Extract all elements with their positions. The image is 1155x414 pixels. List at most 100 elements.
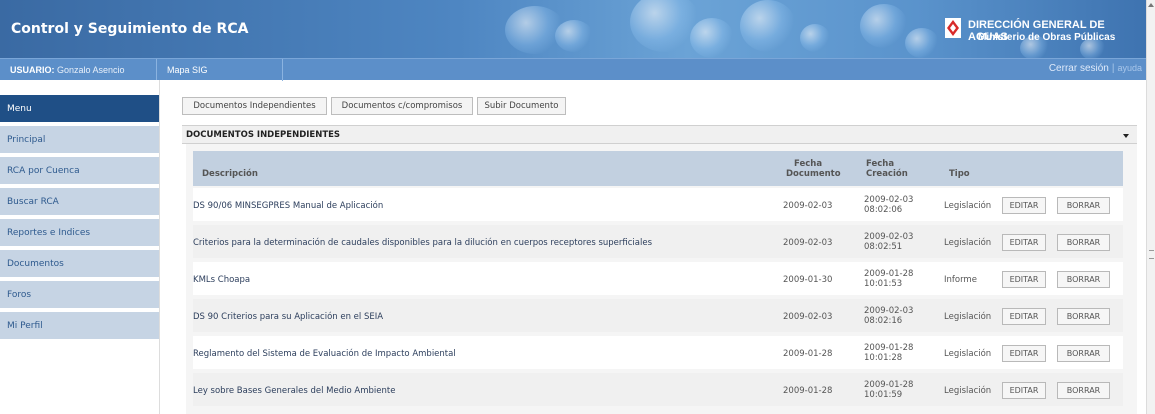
top-nav-bar: USUARIO: Gonzalo Asencio Mapa SIG Cerrar… bbox=[0, 58, 1146, 81]
mapa-sig-link[interactable]: Mapa SIG bbox=[157, 59, 283, 81]
header-tipo: Tipo bbox=[949, 169, 970, 179]
header-water-bubble-decoration bbox=[555, 20, 593, 52]
row-fecha-creacion: 2009-02-03 08:02:51 bbox=[864, 232, 913, 252]
row-tipo: Informe bbox=[944, 275, 977, 285]
table-row: KMLs Choapa 2009-01-30 2009-01-28 10:01:5… bbox=[193, 262, 1123, 297]
edit-button[interactable]: EDITAR bbox=[1002, 308, 1046, 325]
scroll-grip-icon[interactable] bbox=[1149, 250, 1154, 259]
row-fecha-creacion-time: 08:02:51 bbox=[864, 242, 903, 252]
delete-button[interactable]: BORRAR bbox=[1057, 234, 1110, 251]
row-fecha-creacion-time: 10:01:28 bbox=[864, 353, 903, 363]
sidebar-item-foros[interactable]: Foros bbox=[0, 281, 159, 309]
row-description[interactable]: Reglamento del Sistema de Evaluación de … bbox=[193, 349, 456, 359]
header-fecha-creacion-line2: Creación bbox=[866, 169, 908, 179]
row-fecha-documento: 2009-02-03 bbox=[783, 201, 833, 211]
dropdown-arrow-icon[interactable] bbox=[1123, 134, 1129, 138]
logout-link[interactable]: Cerrar sesión bbox=[1049, 63, 1109, 74]
header-water-bubble-decoration bbox=[690, 18, 734, 58]
row-description[interactable]: DS 90/06 MINSEGPRES Manual de Aplicación bbox=[193, 201, 383, 211]
sidebar-item-menu[interactable]: Menu bbox=[0, 95, 159, 123]
app-title: Control y Seguimiento de RCA bbox=[11, 21, 249, 37]
edit-button[interactable]: EDITAR bbox=[1002, 382, 1046, 399]
row-tipo: Legislación bbox=[944, 238, 992, 248]
tab-documentos-compromisos[interactable]: Documentos c/compromisos bbox=[331, 97, 473, 115]
row-fecha-creacion: 2009-01-28 10:01:28 bbox=[864, 343, 913, 363]
sidebar-item-principal[interactable]: Principal bbox=[0, 126, 159, 154]
row-fecha-creacion-date: 2009-02-03 bbox=[864, 195, 914, 205]
row-fecha-creacion-time: 08:02:16 bbox=[864, 316, 903, 326]
header-water-bubble-decoration bbox=[740, 0, 796, 52]
header-fecha-creacion: Fecha Creación bbox=[866, 159, 908, 179]
row-description[interactable]: Criterios para la determinación de cauda… bbox=[193, 238, 652, 248]
row-description[interactable]: KMLs Choapa bbox=[193, 275, 250, 285]
row-description[interactable]: Ley sobre Bases Generales del Medio Ambi… bbox=[193, 386, 395, 396]
row-fecha-creacion-date: 2009-02-03 bbox=[864, 232, 914, 242]
session-links: Cerrar sesión | ayuda bbox=[1049, 63, 1142, 74]
tab-subir-documento[interactable]: Subir Documento bbox=[477, 97, 566, 115]
header-fecha-creacion-line1: Fecha bbox=[866, 159, 895, 169]
ministry-logo-icon bbox=[945, 18, 961, 38]
user-info: USUARIO: Gonzalo Asencio bbox=[0, 59, 157, 81]
delete-button[interactable]: BORRAR bbox=[1057, 271, 1110, 288]
row-fecha-creacion-date: 2009-02-03 bbox=[864, 306, 914, 316]
section-title: DOCUMENTOS INDEPENDIENTES bbox=[186, 130, 341, 140]
row-tipo: Legislación bbox=[944, 201, 992, 211]
header-water-bubble-decoration bbox=[905, 28, 939, 58]
documents-table: Descripción Fecha Documento Fecha Creaci… bbox=[186, 144, 1137, 414]
row-fecha-documento: 2009-01-28 bbox=[783, 349, 833, 359]
table-row: DS 90 Criterios para su Aplicación en el… bbox=[193, 299, 1123, 334]
header-water-bubble-decoration bbox=[630, 0, 700, 52]
link-separator: | bbox=[1111, 63, 1115, 74]
delete-button[interactable]: BORRAR bbox=[1057, 308, 1110, 325]
row-fecha-creacion-date: 2009-01-28 bbox=[864, 269, 914, 279]
row-fecha-documento: 2009-02-03 bbox=[783, 238, 833, 248]
table-row: DS 90/06 MINSEGPRES Manual de Aplicación… bbox=[193, 188, 1123, 223]
row-fecha-creacion-time: 10:01:59 bbox=[864, 390, 903, 400]
row-fecha-creacion-date: 2009-01-28 bbox=[864, 380, 914, 390]
edit-button[interactable]: EDITAR bbox=[1002, 345, 1046, 362]
row-fecha-creacion: 2009-01-28 10:01:53 bbox=[864, 269, 913, 289]
header-descripcion: Descripción bbox=[202, 169, 258, 179]
row-fecha-creacion-date: 2009-01-28 bbox=[864, 343, 914, 353]
page-scrollbar[interactable] bbox=[1146, 0, 1155, 414]
row-fecha-creacion: 2009-02-03 08:02:16 bbox=[864, 306, 913, 326]
edit-button[interactable]: EDITAR bbox=[1002, 197, 1046, 214]
header-fecha-documento-line1: Fecha bbox=[794, 159, 823, 169]
delete-button[interactable]: BORRAR bbox=[1057, 345, 1110, 362]
edit-button[interactable]: EDITAR bbox=[1002, 234, 1046, 251]
row-tipo: Legislación bbox=[944, 386, 992, 396]
row-tipo: Legislación bbox=[944, 312, 992, 322]
help-link[interactable]: ayuda bbox=[1117, 63, 1142, 73]
header-water-bubble-decoration bbox=[800, 24, 830, 52]
header-water-bubble-decoration bbox=[860, 4, 908, 48]
row-fecha-creacion-time: 10:01:53 bbox=[864, 279, 903, 289]
row-description[interactable]: DS 90 Criterios para su Aplicación en el… bbox=[193, 312, 383, 322]
delete-button[interactable]: BORRAR bbox=[1057, 382, 1110, 399]
table-row: Ley sobre Bases Generales del Medio Ambi… bbox=[193, 373, 1123, 408]
sidebar-item-mi-perfil[interactable]: Mi Perfil bbox=[0, 312, 159, 340]
row-fecha-creacion: 2009-01-28 10:01:59 bbox=[864, 380, 913, 400]
sidebar-item-documentos[interactable]: Documentos bbox=[0, 250, 159, 278]
table-header: Descripción Fecha Documento Fecha Creaci… bbox=[193, 151, 1123, 186]
table-row: Reglamento del Sistema de Evaluación de … bbox=[193, 336, 1123, 371]
header-fecha-documento: Fecha Documento bbox=[786, 159, 841, 179]
sidebar-item-buscar-rca[interactable]: Buscar RCA bbox=[0, 188, 159, 216]
header-fecha-documento-line2: Documento bbox=[786, 169, 841, 179]
table-row: Criterios para la determinación de cauda… bbox=[193, 225, 1123, 260]
sidebar-item-rca-por-cuenca[interactable]: RCA por Cuenca bbox=[0, 157, 159, 185]
user-name: Gonzalo Asencio bbox=[57, 65, 125, 75]
sidebar: Menu Principal RCA por Cuenca Buscar RCA… bbox=[0, 80, 160, 414]
delete-button[interactable]: BORRAR bbox=[1057, 197, 1110, 214]
row-fecha-creacion-time: 08:02:06 bbox=[864, 205, 903, 215]
sidebar-item-reportes[interactable]: Reportes e Indices bbox=[0, 219, 159, 247]
row-tipo: Legislación bbox=[944, 349, 992, 359]
org-subtitle: Ministerio de Obras Públicas bbox=[978, 32, 1116, 43]
edit-button[interactable]: EDITAR bbox=[1002, 271, 1046, 288]
tab-documentos-independientes[interactable]: Documentos Independientes bbox=[182, 97, 327, 115]
section-header[interactable]: DOCUMENTOS INDEPENDIENTES bbox=[182, 125, 1137, 144]
scroll-up-arrow-icon[interactable] bbox=[1148, 3, 1154, 7]
row-fecha-documento: 2009-01-28 bbox=[783, 386, 833, 396]
row-fecha-documento: 2009-02-03 bbox=[783, 312, 833, 322]
row-fecha-creacion: 2009-02-03 08:02:06 bbox=[864, 195, 913, 215]
row-fecha-documento: 2009-01-30 bbox=[783, 275, 833, 285]
